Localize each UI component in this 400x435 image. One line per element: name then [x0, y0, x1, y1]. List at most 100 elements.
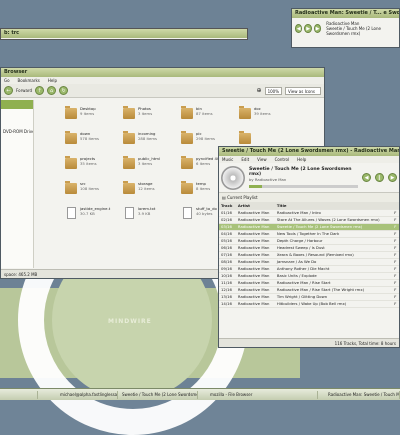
taskbar-item[interactable]	[2, 391, 38, 399]
track-row[interactable]: 01/16 Radioactive Man Radioactive Man / In…	[219, 209, 399, 217]
col-track[interactable]: Track	[219, 202, 236, 210]
track-cell: 06/16	[219, 244, 236, 252]
view-select[interactable]: View as Icons	[285, 86, 321, 95]
file-item[interactable]: storage 12 items	[123, 181, 157, 205]
col-extra[interactable]	[392, 202, 399, 210]
file-item[interactable]: Desktop 9 items	[65, 106, 99, 130]
browser-menubar: Go Bookmarks Help	[1, 77, 324, 84]
sidebar-item[interactable]	[1, 118, 33, 127]
track-row[interactable]: 14/16 Radioactive Man Hitbuilders / Wake U…	[219, 300, 399, 308]
mini-song: Sweetie / Touch Me (2 Lone Swordsmen rmx…	[326, 26, 381, 36]
browser-titlebar[interactable]: Browser	[1, 68, 324, 77]
menu-edit[interactable]: Edit	[241, 157, 249, 162]
folder-icon	[123, 131, 135, 144]
track-row[interactable]: 13/16 Radioactive Man Tim Wright / Glittin…	[219, 293, 399, 301]
taskbar-item[interactable]: mozilla - File Browser	[208, 391, 318, 399]
track-cell: 07/16	[219, 251, 236, 259]
track-row[interactable]: 08/16 Radioactive Man Jamsnare / As We Do F	[219, 258, 399, 266]
back-icon[interactable]: ←	[4, 86, 13, 95]
taskbar-item[interactable]: Sweetie / Touch Me (2 Lone Swordsme...	[120, 391, 198, 399]
sidebar-item[interactable]	[1, 100, 33, 109]
file-item[interactable]: pic 298 items	[181, 131, 215, 155]
track-table: Track Artist Title 01/16 Radioactive Man R…	[219, 202, 399, 308]
track-cell: Sweetie / Touch Me (2 Lone Swordsmen rmx…	[274, 223, 393, 231]
prev-icon[interactable]: ◀	[295, 24, 303, 33]
menu-view[interactable]: View	[257, 157, 267, 162]
file-item[interactable]: incoming 288 items	[123, 131, 157, 155]
track-cell: Radioactive Man	[235, 265, 275, 273]
prev-track-icon[interactable]: ◀	[362, 173, 371, 182]
file-item[interactable]: projects 35 items	[65, 156, 99, 180]
home-icon[interactable]: ⌂	[47, 86, 57, 95]
track-row[interactable]: 05/16 Radioactive Man Depth Charge / Harbo…	[219, 237, 399, 245]
zoom-level[interactable]: 100%	[264, 86, 282, 95]
track-row[interactable]: 12/16 Radioactive Man Radioactive Man / Ri…	[219, 286, 399, 294]
file-size: 3 items	[138, 111, 153, 116]
file-item[interactable]: down 578 items	[65, 131, 99, 155]
track-cell: Tim Wright / Glitting Down	[274, 293, 393, 301]
terminal-window[interactable]: b: trc	[0, 28, 248, 40]
folder-icon	[181, 181, 193, 194]
menu-help[interactable]: Help	[48, 78, 57, 83]
file-item[interactable]: temp 8 items	[181, 181, 215, 205]
mini-player-title[interactable]: Radioactive Man: Sweetie / T... e Swords…	[292, 9, 399, 18]
menu-music[interactable]: Music	[222, 157, 233, 162]
player-status: 116 Tracks, Total time: 8 hours	[219, 338, 399, 347]
track-cell: Stare At The Allures / Waves (2 Lone Swo…	[274, 216, 393, 224]
player-titlebar[interactable]: Sweetie / Touch Me (2 Lone Swordsmen rmx…	[219, 147, 399, 156]
wallpaper-brand: MINDWIRE	[108, 318, 152, 325]
file-size: 298 items	[196, 136, 216, 141]
track-row[interactable]: 09/16 Radioactive Man Anthony Rother / Die…	[219, 265, 399, 273]
playlist-icon: ▤	[222, 195, 226, 200]
track-row[interactable]: 10/16 Radioactive Man Basic Units / Explod…	[219, 272, 399, 280]
track-cell: F	[392, 293, 399, 301]
sidebar-item[interactable]	[1, 154, 33, 163]
music-player-window[interactable]: Sweetie / Touch Me (2 Lone Swordsmen rmx…	[218, 146, 400, 348]
file-item[interactable]: bin 87 items	[181, 106, 215, 130]
file-item[interactable]: src 108 items	[65, 181, 99, 205]
sidebar-item[interactable]	[1, 145, 33, 154]
taskbar-item[interactable]: michael@alpha.fastlinglessand.co.u...	[58, 391, 118, 399]
file-item[interactable]: doc 39 items	[239, 106, 273, 130]
mini-player-window[interactable]: Radioactive Man: Sweetie / T... e Swords…	[291, 8, 400, 48]
col-title[interactable]: Title	[274, 202, 393, 210]
track-cell: F	[392, 300, 399, 308]
col-artist[interactable]: Artist	[235, 202, 275, 210]
sidebar-item[interactable]: DVD-ROM Drive	[1, 127, 33, 136]
track-row[interactable]: 03/16 Radioactive Man Sweetie / Touch Me (…	[219, 223, 399, 231]
forward-label[interactable]: Forward	[16, 88, 32, 93]
pause-icon[interactable]: ∥	[375, 173, 384, 182]
sidebar-item[interactable]	[1, 136, 33, 145]
file-item[interactable]: jastide_engine.t 30.7 KB	[65, 206, 110, 230]
menu-control[interactable]: Control	[275, 157, 289, 162]
track-cell: F	[392, 230, 399, 238]
seek-slider[interactable]	[249, 185, 358, 188]
zoom-icon[interactable]: ⊕	[257, 87, 262, 94]
menu-go[interactable]: Go	[4, 78, 10, 83]
play-icon[interactable]: ▶	[304, 24, 312, 33]
file-item[interactable]: stuff_to_do 40 bytes	[181, 206, 217, 230]
track-row[interactable]: 04/16 Radioactive Man New Tools / Together…	[219, 230, 399, 238]
file-item[interactable]: pyncified 4051 6 items	[181, 156, 224, 180]
reload-icon[interactable]: ↻	[59, 86, 69, 95]
taskbar-item[interactable]: Radioactive Man: Sweetie / Touch Me...	[326, 391, 400, 399]
file-item[interactable]: Photos 3 items	[123, 106, 157, 130]
menu-bookmarks[interactable]: Bookmarks	[18, 78, 40, 83]
track-row[interactable]: 11/16 Radioactive Man Radioactive Man / Ri…	[219, 279, 399, 287]
track-cell: F	[392, 286, 399, 294]
track-cell: F	[392, 279, 399, 287]
track-row[interactable]: 06/16 Radioactive Man Headrest Sweep / Is …	[219, 244, 399, 252]
next-track-icon[interactable]: ▶	[388, 173, 397, 182]
track-row[interactable]: 02/16 Radioactive Man Stare At The Allures…	[219, 216, 399, 224]
file-item[interactable]: lorem.txt 3.9 KB	[123, 206, 157, 230]
up-icon[interactable]: ↑	[35, 86, 45, 95]
menu-help[interactable]: Help	[297, 157, 306, 162]
next-icon[interactable]: ▶	[313, 24, 322, 33]
file-item[interactable]: public_html 3 items	[123, 156, 160, 180]
cd-icon	[221, 165, 245, 190]
terminal-titlebar[interactable]: b: trc	[1, 29, 247, 38]
track-row[interactable]: 07/16 Radioactive Man Xeara & Boxes / Reso…	[219, 251, 399, 259]
sidebar-item[interactable]	[1, 109, 33, 118]
player-menubar: Music Edit View Control Help	[219, 156, 399, 163]
track-cell: 05/16	[219, 237, 236, 245]
